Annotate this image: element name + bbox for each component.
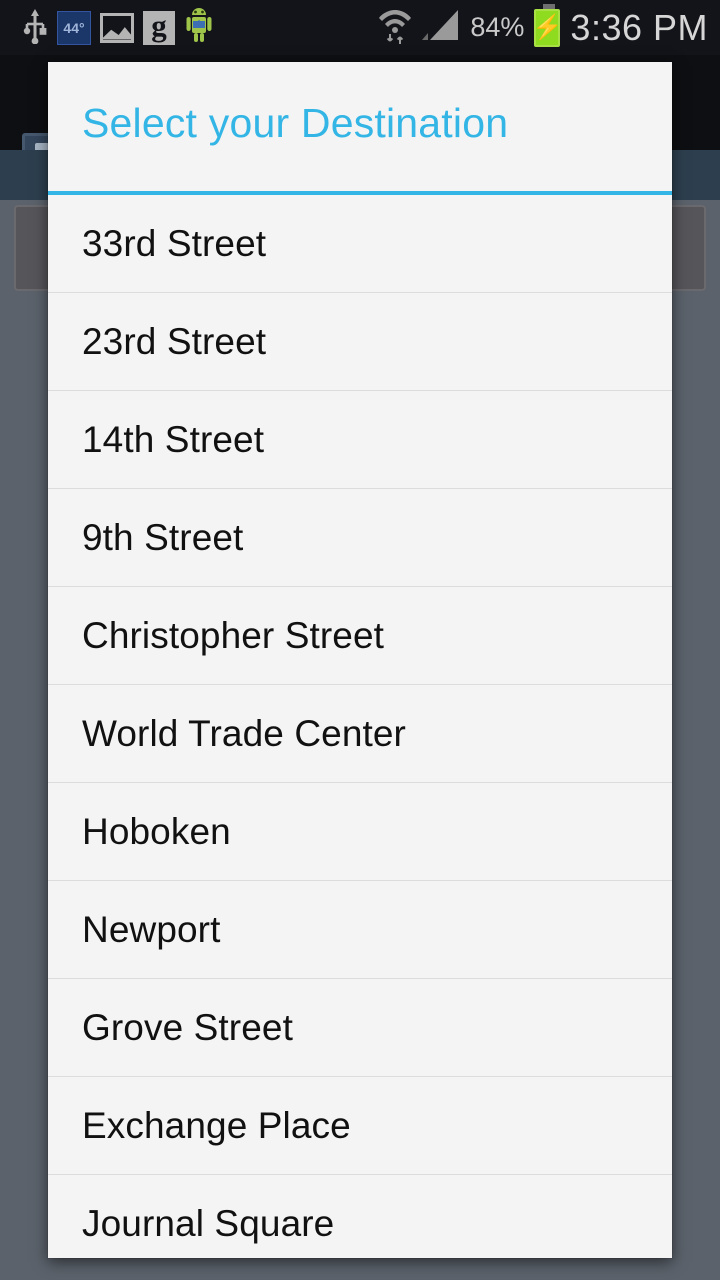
list-item[interactable]: 23rd Street <box>48 293 672 391</box>
list-item[interactable]: Hoboken <box>48 783 672 881</box>
weather-temperature: 44° <box>63 19 85 36</box>
photo-gallery-icon <box>100 12 134 43</box>
status-bar: 44° g 84% ⚡ 3:36 PM <box>0 0 720 55</box>
android-icon <box>184 6 214 49</box>
list-item[interactable]: Grove Street <box>48 979 672 1077</box>
clock-time: 3:36 PM <box>570 6 708 48</box>
phone-screen: Select your Source 44° <box>0 0 720 1280</box>
list-item[interactable]: Exchange Place <box>48 1077 672 1175</box>
status-bar-right-icons: 84% ⚡ 3:36 PM <box>378 3 708 50</box>
weather-icon: 44° <box>57 10 91 45</box>
select-destination-dialog: Select your Destination 33rd Street 23rd… <box>48 62 672 1258</box>
cellular-signal-icon <box>422 7 460 48</box>
usb-icon <box>22 6 48 49</box>
lightning-bolt-icon: ⚡ <box>532 13 563 41</box>
google-icon: g <box>143 10 175 45</box>
list-item[interactable]: 9th Street <box>48 489 672 587</box>
battery-charging-icon: ⚡ <box>532 3 563 47</box>
list-item[interactable]: 33rd Street <box>48 195 672 293</box>
list-item[interactable]: 14th Street <box>48 391 672 489</box>
list-item[interactable]: Journal Square <box>48 1175 672 1258</box>
list-item[interactable]: Newport <box>48 881 672 979</box>
list-item[interactable]: World Trade Center <box>48 685 672 783</box>
battery-percentage: 84% <box>470 12 525 42</box>
destination-list[interactable]: 33rd Street 23rd Street 14th Street 9th … <box>48 195 672 1258</box>
dialog-title: Select your Destination <box>48 62 672 195</box>
wifi-icon <box>378 5 412 50</box>
list-item[interactable]: Christopher Street <box>48 587 672 685</box>
status-bar-left-icons: 44° g <box>22 6 214 49</box>
